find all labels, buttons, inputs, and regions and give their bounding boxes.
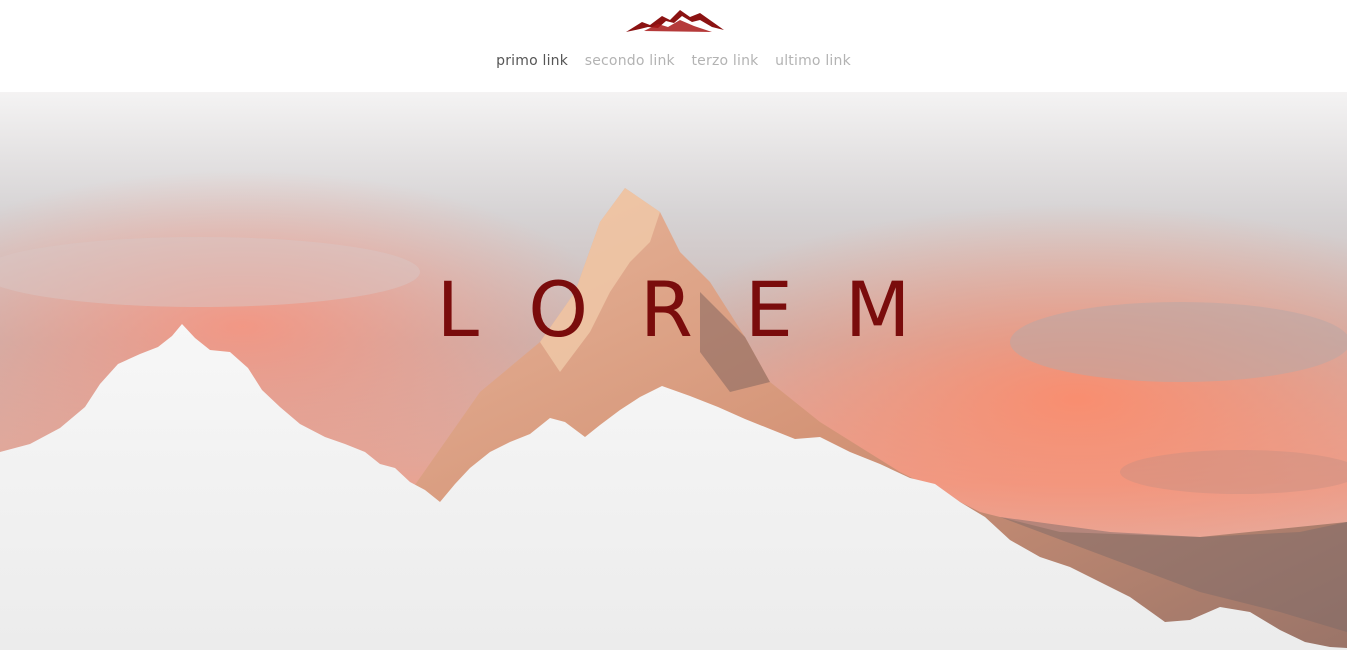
nav-link-ultimo[interactable]: ultimo link xyxy=(775,53,851,69)
mountain-logo-icon[interactable] xyxy=(624,8,726,34)
hero-title: LOREM xyxy=(436,265,963,354)
site-header: primo link secondo link terzo link ultim… xyxy=(0,0,1347,92)
nav-link-secondo[interactable]: secondo link xyxy=(585,53,675,69)
nav-link-terzo[interactable]: terzo link xyxy=(691,53,758,69)
hero-background-image xyxy=(0,92,1347,650)
main-nav: primo link secondo link terzo link ultim… xyxy=(0,53,1347,75)
nav-link-primo[interactable]: primo link xyxy=(496,53,568,69)
hero-section: LOREM xyxy=(0,92,1347,650)
